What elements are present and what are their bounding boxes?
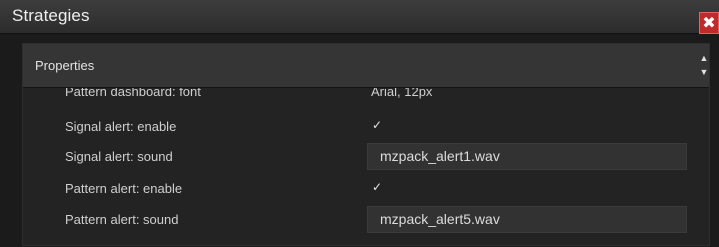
expand-arrow-icon[interactable]: ► <box>45 88 53 90</box>
properties-panel: Properties ▲ ▼ ► Pattern dashboard: font… <box>22 43 710 246</box>
property-value: Arial, 12px <box>371 88 433 99</box>
signal-alert-sound-input[interactable]: mzpack_alert1.wav <box>367 143 687 170</box>
property-row-signal-alert-sound: Signal alert: sound mzpack_alert1.wav <box>23 141 709 171</box>
properties-header[interactable]: Properties ▲ ▼ <box>23 44 709 88</box>
property-label: Pattern alert: sound <box>65 212 179 227</box>
property-list: ► Pattern dashboard: font Arial, 12px Si… <box>23 88 709 247</box>
property-row-pattern-dashboard-font[interactable]: ► Pattern dashboard: font Arial, 12px <box>23 88 709 106</box>
scroll-up-icon[interactable]: ▲ <box>699 53 709 63</box>
pattern-alert-sound-input[interactable]: mzpack_alert5.wav <box>367 206 687 233</box>
property-label: Signal alert: sound <box>65 149 173 164</box>
pattern-alert-enable-checkbox[interactable]: ✓ <box>372 180 382 194</box>
window-titlebar: Strategies <box>0 0 719 34</box>
property-label: Pattern alert: enable <box>65 181 183 196</box>
close-button[interactable]: ✖ <box>699 12 719 34</box>
property-row-pattern-alert-enable: Pattern alert: enable ✓ <box>23 173 709 203</box>
window-title: Strategies <box>12 6 90 25</box>
close-icon: ✖ <box>702 15 716 32</box>
property-label: Signal alert: enable <box>65 119 177 134</box>
signal-alert-enable-checkbox[interactable]: ✓ <box>372 118 382 132</box>
property-row-signal-alert-enable: Signal alert: enable ✓ <box>23 111 709 141</box>
properties-title: Properties <box>35 58 95 73</box>
scroll-down-icon[interactable]: ▼ <box>699 67 709 77</box>
property-row-pattern-alert-sound: Pattern alert: sound mzpack_alert5.wav <box>23 204 709 234</box>
property-label: Pattern dashboard: font <box>65 88 201 99</box>
